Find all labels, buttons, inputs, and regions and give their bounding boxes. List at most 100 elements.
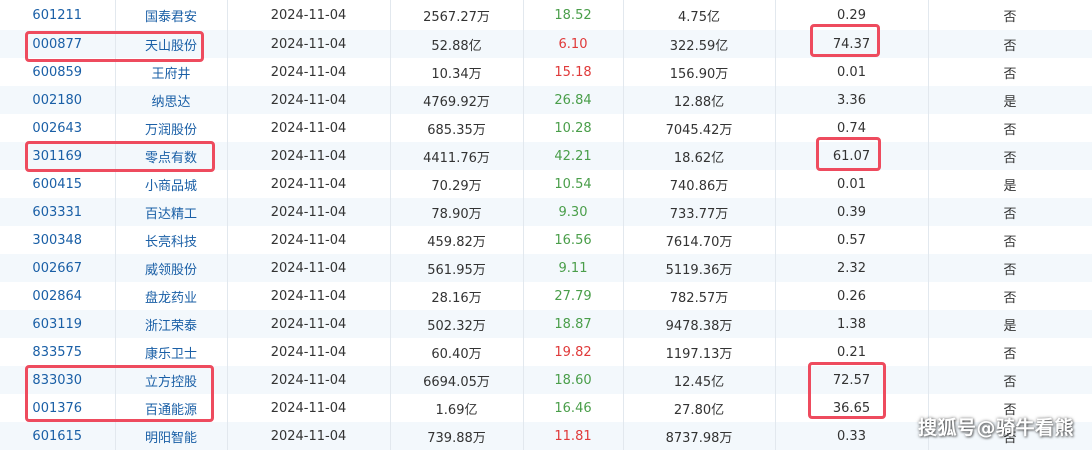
flag-cell: 否 (928, 114, 1092, 142)
date-cell: 2024-11-04 (227, 282, 391, 310)
stock-code-cell[interactable]: 600415 (0, 170, 116, 198)
stock-name-cell[interactable]: 威领股份 (115, 254, 228, 282)
date-cell: 2024-11-04 (227, 30, 391, 58)
stock-name-cell[interactable]: 天山股份 (115, 30, 228, 58)
amount-cell: 52.88亿 (390, 30, 524, 58)
flag-cell: 否 (928, 254, 1092, 282)
table-row[interactable]: 600859 王府井 2024-11-04 10.34万 15.18 156.90万 0.0… (0, 58, 1092, 86)
capital-cell: 12.45亿 (623, 366, 776, 394)
stock-name-cell[interactable]: 小商品城 (115, 170, 228, 198)
stock-code-cell[interactable]: 300348 (0, 226, 116, 254)
percent-cell: 15.18 (523, 58, 624, 86)
stock-name-cell[interactable]: 盘龙药业 (115, 282, 228, 310)
stock-code-cell[interactable]: 002667 (0, 254, 116, 282)
percent-cell: 18.87 (523, 310, 624, 338)
percent-cell: 26.84 (523, 86, 624, 114)
capital-cell: 7614.70万 (623, 226, 776, 254)
stock-name-cell[interactable]: 立方控股 (115, 366, 228, 394)
amount-cell: 4769.92万 (390, 86, 524, 114)
date-cell: 2024-11-04 (227, 58, 391, 86)
amount-cell: 6694.05万 (390, 366, 524, 394)
stock-name-cell[interactable]: 百达精工 (115, 198, 228, 226)
flag-cell: 否 (928, 0, 1092, 30)
amount-cell: 10.34万 (390, 58, 524, 86)
stock-name-cell[interactable]: 浙江荣泰 (115, 310, 228, 338)
value-cell: 0.33 (775, 422, 929, 450)
value-cell: 72.57 (775, 366, 929, 394)
flag-cell: 否 (928, 282, 1092, 310)
percent-cell: 11.81 (523, 422, 624, 450)
stock-name-cell[interactable]: 纳思达 (115, 86, 228, 114)
stock-code-cell[interactable]: 001376 (0, 394, 116, 422)
capital-cell: 740.86万 (623, 170, 776, 198)
table-row[interactable]: 002667 威领股份 2024-11-04 561.95万 9.11 5119.36万 2… (0, 254, 1092, 282)
table-row[interactable]: 000877 天山股份 2024-11-04 52.88亿 6.10 322.59亿 74.… (0, 30, 1092, 58)
table-row[interactable]: 300348 长亮科技 2024-11-04 459.82万 16.56 7614.70万… (0, 226, 1092, 254)
amount-cell: 4411.76万 (390, 142, 524, 170)
stock-code-cell[interactable]: 000877 (0, 30, 116, 58)
stock-code-cell[interactable]: 002643 (0, 114, 116, 142)
stock-code-cell[interactable]: 833575 (0, 338, 116, 366)
stock-code-cell[interactable]: 600859 (0, 58, 116, 86)
date-cell: 2024-11-04 (227, 86, 391, 114)
date-cell: 2024-11-04 (227, 170, 391, 198)
table-row[interactable]: 301169 零点有数 2024-11-04 4411.76万 42.21 18.62亿 6… (0, 142, 1092, 170)
capital-cell: 782.57万 (623, 282, 776, 310)
capital-cell: 8737.98万 (623, 422, 776, 450)
value-cell: 1.38 (775, 310, 929, 338)
amount-cell: 28.16万 (390, 282, 524, 310)
stock-code-cell[interactable]: 002864 (0, 282, 116, 310)
table-row[interactable]: 833575 康乐卫士 2024-11-04 60.40万 19.82 1197.13万 0… (0, 338, 1092, 366)
stock-code-cell[interactable]: 301169 (0, 142, 116, 170)
stock-name-cell[interactable]: 国泰君安 (115, 0, 228, 30)
date-cell: 2024-11-04 (227, 338, 391, 366)
amount-cell: 685.35万 (390, 114, 524, 142)
flag-cell: 否 (928, 198, 1092, 226)
percent-cell: 18.52 (523, 0, 624, 30)
amount-cell: 739.88万 (390, 422, 524, 450)
stock-code-cell[interactable]: 002180 (0, 86, 116, 114)
stock-name-cell[interactable]: 百通能源 (115, 394, 228, 422)
flag-cell: 否 (928, 226, 1092, 254)
percent-cell: 27.79 (523, 282, 624, 310)
stock-name-cell[interactable]: 明阳智能 (115, 422, 228, 450)
percent-cell: 18.60 (523, 366, 624, 394)
table-row[interactable]: 833030 立方控股 2024-11-04 6694.05万 18.60 12.45亿 7… (0, 366, 1092, 394)
capital-cell: 4.75亿 (623, 0, 776, 30)
stock-code-cell[interactable]: 833030 (0, 366, 116, 394)
percent-cell: 9.11 (523, 254, 624, 282)
table-row[interactable]: 601211 国泰君安 2024-11-04 2567.27万 18.52 4.75亿 0.… (0, 0, 1092, 30)
table-row[interactable]: 002180 纳思达 2024-11-04 4769.92万 26.84 12.88亿 3.… (0, 86, 1092, 114)
stock-name-cell[interactable]: 万润股份 (115, 114, 228, 142)
percent-cell: 19.82 (523, 338, 624, 366)
amount-cell: 561.95万 (390, 254, 524, 282)
table-row[interactable]: 002643 万润股份 2024-11-04 685.35万 10.28 7045.42万… (0, 114, 1092, 142)
percent-cell: 6.10 (523, 30, 624, 58)
table-row[interactable]: 600415 小商品城 2024-11-04 70.29万 10.54 740.86万 0.… (0, 170, 1092, 198)
amount-cell: 78.90万 (390, 198, 524, 226)
table-row[interactable]: 603331 百达精工 2024-11-04 78.90万 9.30 733.77万 0.3… (0, 198, 1092, 226)
stock-name-cell[interactable]: 长亮科技 (115, 226, 228, 254)
flag-cell: 是 (928, 310, 1092, 338)
stock-code-cell[interactable]: 603331 (0, 198, 116, 226)
table-row[interactable]: 603119 浙江荣泰 2024-11-04 502.32万 18.87 9478.38万… (0, 310, 1092, 338)
stock-code-cell[interactable]: 601211 (0, 0, 116, 30)
percent-cell: 16.56 (523, 226, 624, 254)
value-cell: 74.37 (775, 30, 929, 58)
amount-cell: 2567.27万 (390, 0, 524, 30)
capital-cell: 9478.38万 (623, 310, 776, 338)
capital-cell: 5119.36万 (623, 254, 776, 282)
stock-code-cell[interactable]: 603119 (0, 310, 116, 338)
stock-name-cell[interactable]: 零点有数 (115, 142, 228, 170)
flag-cell: 否 (928, 338, 1092, 366)
capital-cell: 18.62亿 (623, 142, 776, 170)
stock-code-cell[interactable]: 601615 (0, 422, 116, 450)
table-row[interactable]: 002864 盘龙药业 2024-11-04 28.16万 27.79 782.57万 0.… (0, 282, 1092, 310)
stock-data-table: 601211 国泰君安 2024-11-04 2567.27万 18.52 4.75亿 0.… (0, 0, 1092, 450)
amount-cell: 60.40万 (390, 338, 524, 366)
value-cell: 0.57 (775, 226, 929, 254)
percent-cell: 10.28 (523, 114, 624, 142)
percent-cell: 16.46 (523, 394, 624, 422)
stock-name-cell[interactable]: 康乐卫士 (115, 338, 228, 366)
stock-name-cell[interactable]: 王府井 (115, 58, 228, 86)
